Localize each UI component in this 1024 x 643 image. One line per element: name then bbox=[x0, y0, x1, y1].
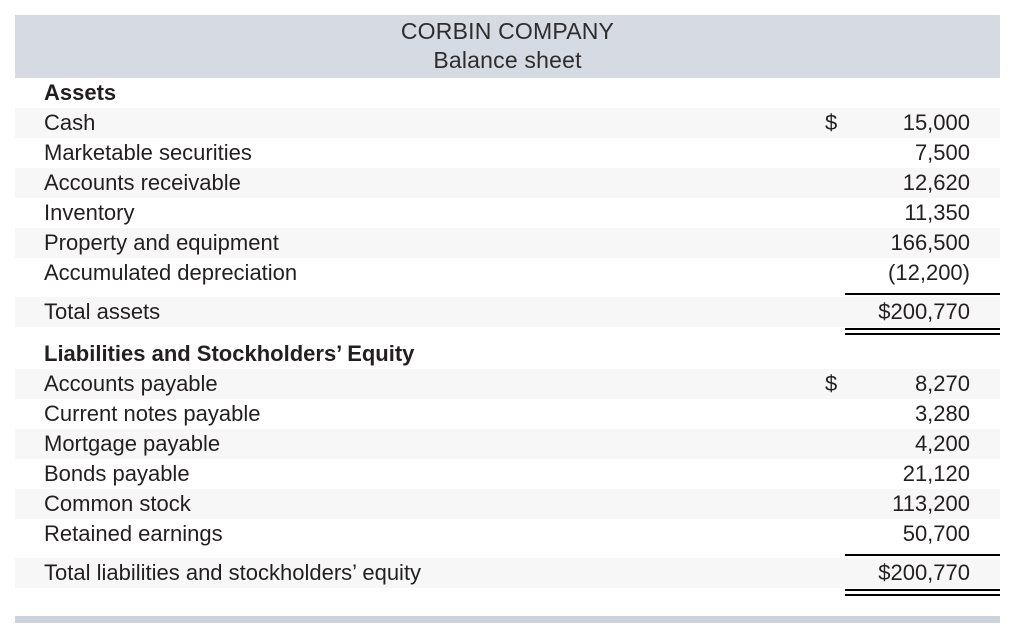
table-row: Inventory 11,350 bbox=[15, 198, 1000, 228]
line-item-amount: 4,200 bbox=[815, 429, 1000, 459]
amount-value: 12,620 bbox=[902, 170, 970, 195]
bottom-accent-bar bbox=[15, 616, 1000, 623]
amount-value: 4,200 bbox=[914, 431, 970, 456]
table-row: Mortgage payable 4,200 bbox=[15, 429, 1000, 459]
amount-value: (12,200) bbox=[888, 260, 970, 285]
table-row: Bonds payable 21,120 bbox=[15, 459, 1000, 489]
line-item-label: Common stock bbox=[44, 491, 191, 516]
line-item-label: Cash bbox=[44, 110, 96, 135]
line-item-amount: 12,620 bbox=[815, 168, 1000, 198]
statement-title: Balance sheet bbox=[433, 46, 582, 73]
section-heading-label: Liabilities and Stockholders’ Equity bbox=[44, 341, 415, 366]
total-row-assets: Total assets $200,770 bbox=[15, 297, 1000, 327]
line-item-label: Inventory bbox=[44, 200, 135, 225]
table-row: Accounts payable $ 8,270 bbox=[15, 369, 1000, 399]
line-item-label: Accumulated depreciation bbox=[44, 260, 298, 285]
company-name: CORBIN COMPANY bbox=[400, 17, 615, 44]
line-item-amount: $ 15,000 bbox=[815, 108, 1000, 138]
amount-value: 113,200 bbox=[892, 491, 970, 516]
total-label: Total assets bbox=[44, 299, 161, 324]
table-row: Property and equipment 166,500 bbox=[15, 228, 1000, 258]
table-row: Current notes payable 3,280 bbox=[15, 399, 1000, 429]
amount-value: 11,350 bbox=[904, 200, 970, 225]
balance-sheet-document: CORBIN COMPANY Balance sheet Assets Cash… bbox=[0, 0, 1024, 643]
line-item-amount: $ 8,270 bbox=[815, 369, 1000, 399]
statement-header: CORBIN COMPANY Balance sheet bbox=[15, 15, 1000, 78]
line-item-label: Mortgage payable bbox=[44, 431, 221, 456]
line-item-amount: 113,200 bbox=[815, 489, 1000, 519]
amount-value: $200,770 bbox=[878, 560, 970, 585]
total-row-liabilities-equity: Total liabilities and stockholders’ equi… bbox=[15, 558, 1000, 588]
amount-value: 7,500 bbox=[914, 140, 970, 165]
section-heading-label: Assets bbox=[44, 80, 117, 105]
currency-symbol: $ bbox=[825, 110, 838, 135]
line-item-label: Accounts receivable bbox=[44, 170, 241, 195]
total-amount: $200,770 bbox=[815, 558, 1000, 588]
table-row: Common stock 113,200 bbox=[15, 489, 1000, 519]
amount-value: 15,000 bbox=[902, 110, 970, 135]
line-item-label: Accounts payable bbox=[44, 371, 218, 396]
subtotal-rule-assets bbox=[15, 288, 1000, 297]
table-row: Marketable securities 7,500 bbox=[15, 138, 1000, 168]
amount-value: $200,770 bbox=[878, 299, 970, 324]
section-heading-liabilities-equity: Liabilities and Stockholders’ Equity bbox=[15, 339, 1000, 369]
line-item-amount: (12,200) bbox=[815, 258, 1000, 288]
amount-value: 8,270 bbox=[914, 371, 970, 396]
total-rule-liabilities-equity bbox=[15, 588, 1000, 600]
table-row: Accumulated depreciation (12,200) bbox=[15, 258, 1000, 288]
line-item-amount: 3,280 bbox=[815, 399, 1000, 429]
line-item-amount: 11,350 bbox=[815, 198, 1000, 228]
amount-value: 3,280 bbox=[914, 401, 970, 426]
line-item-label: Retained earnings bbox=[44, 521, 223, 546]
table-row: Retained earnings 50,700 bbox=[15, 519, 1000, 549]
section-heading-assets: Assets bbox=[15, 78, 1000, 108]
line-item-amount: 166,500 bbox=[815, 228, 1000, 258]
amount-value: 50,700 bbox=[902, 521, 970, 546]
total-amount: $200,770 bbox=[815, 297, 1000, 327]
balance-sheet-table: Assets Cash $ 15,000 Marketable securiti… bbox=[15, 78, 1000, 600]
line-item-label: Bonds payable bbox=[44, 461, 190, 486]
total-rule-assets bbox=[15, 327, 1000, 339]
total-label: Total liabilities and stockholders’ equi… bbox=[44, 560, 422, 585]
line-item-label: Property and equipment bbox=[44, 230, 279, 255]
line-item-amount: 7,500 bbox=[815, 138, 1000, 168]
table-row: Cash $ 15,000 bbox=[15, 108, 1000, 138]
line-item-amount: 50,700 bbox=[815, 519, 1000, 549]
line-item-label: Marketable securities bbox=[44, 140, 252, 165]
line-item-amount: 21,120 bbox=[815, 459, 1000, 489]
line-item-label: Current notes payable bbox=[44, 401, 261, 426]
amount-value: 166,500 bbox=[890, 230, 970, 255]
table-row: Accounts receivable 12,620 bbox=[15, 168, 1000, 198]
amount-value: 21,120 bbox=[902, 461, 970, 486]
currency-symbol: $ bbox=[825, 371, 838, 396]
subtotal-rule-liabilities-equity bbox=[15, 549, 1000, 558]
